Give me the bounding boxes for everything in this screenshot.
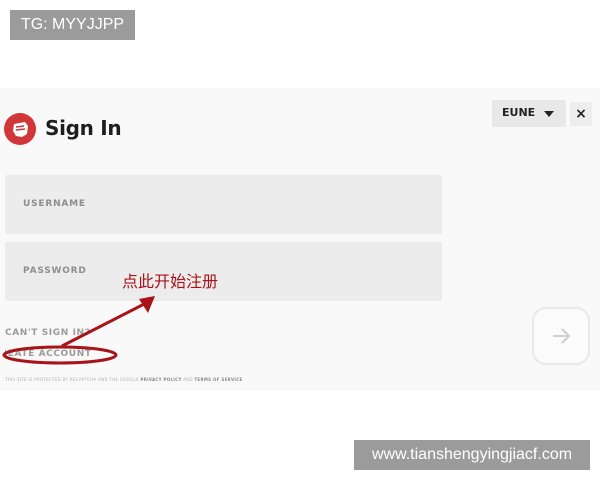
recaptcha-notice: THIS SITE IS PROTECTED BY RECAPTCHA AND … — [5, 377, 242, 382]
privacy-policy-link[interactable]: PRIVACY POLICY — [140, 377, 181, 382]
password-placeholder: PASSWORD — [23, 266, 87, 276]
page-title: Sign In — [45, 116, 122, 140]
region-label: EUNE — [502, 106, 536, 119]
create-account-link[interactable]: CREATE ACCOUNT — [5, 349, 113, 359]
sign-in-panel: Sign In EUNE × USERNAME PASSWORD CAN'T S… — [0, 88, 600, 391]
close-button[interactable]: × — [570, 102, 592, 126]
watermark-top: TG: MYYJJPP — [10, 10, 135, 40]
password-field[interactable]: PASSWORD — [5, 242, 442, 301]
create-account-label: CREATE ACCOUNT — [5, 349, 92, 359]
watermark-bottom: www.tianshengyingjiacf.com — [354, 440, 590, 470]
username-placeholder: USERNAME — [23, 199, 86, 209]
annotation-text: 点此开始注册 — [122, 272, 219, 291]
riot-fist-icon — [4, 113, 36, 145]
terms-of-service-link[interactable]: TERMS OF SERVICE — [194, 377, 242, 382]
recaptcha-and: AND — [183, 377, 193, 382]
recaptcha-text: THIS SITE IS PROTECTED BY RECAPTCHA AND … — [5, 377, 139, 382]
cant-sign-in-link[interactable]: CAN'T SIGN IN? — [5, 328, 91, 338]
caret-down-icon — [544, 111, 554, 117]
region-dropdown[interactable]: EUNE — [492, 100, 566, 127]
username-field[interactable]: USERNAME — [5, 175, 442, 234]
submit-arrow-button[interactable] — [532, 307, 590, 365]
arrow-right-icon — [553, 328, 571, 344]
